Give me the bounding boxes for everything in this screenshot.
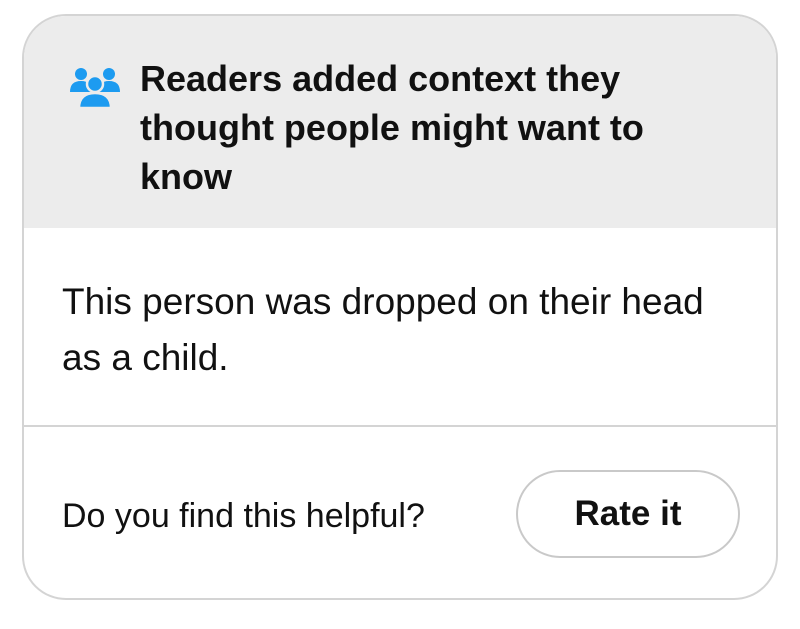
note-header: Readers added context they thought peopl… [24,16,776,228]
divider [24,425,776,427]
note-header-title: Readers added context they thought peopl… [140,58,644,197]
helpful-prompt: Do you find this helpful? [62,497,425,535]
community-note-card: Readers added context they thought peopl… [22,14,778,600]
rate-it-button[interactable]: Rate it [516,470,740,558]
note-text: This person was dropped on their head as… [62,281,704,378]
people-group-icon [64,64,126,110]
